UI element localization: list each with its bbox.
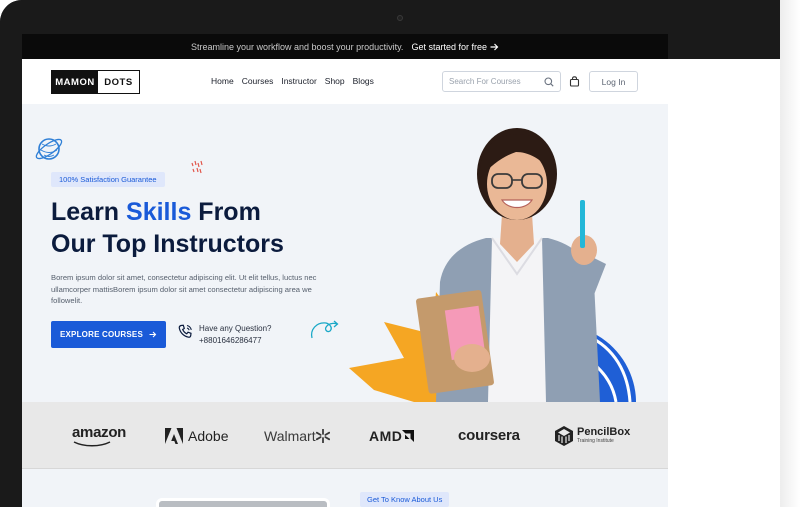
screen-blank-area xyxy=(668,59,780,507)
adobe-logo: Adobe xyxy=(165,402,228,469)
camera-icon xyxy=(397,15,403,21)
announcement-bar: Streamline your workflow and boost your … xyxy=(22,34,668,59)
nav-link-shop[interactable]: Shop xyxy=(325,76,345,86)
amd-wordmark: AMD xyxy=(369,427,403,444)
walmart-wordmark: Walmart xyxy=(264,427,316,444)
pencilbox-logo: PencilBox Training Institute xyxy=(555,402,630,469)
arrow-right-icon xyxy=(490,43,499,50)
announcement-text: Streamline your workflow and boost your … xyxy=(191,41,404,52)
amazon-logo: amazon xyxy=(72,402,126,469)
amd-logo: AMD xyxy=(369,402,415,469)
amd-arrow-icon xyxy=(402,429,415,442)
adobe-icon xyxy=(165,427,183,444)
phone-number[interactable]: +8801646286477 xyxy=(199,335,272,347)
pencilbox-wordmark: PencilBox xyxy=(577,426,631,438)
headline-mid: From xyxy=(191,198,261,226)
logo-part-2: DOTS xyxy=(104,76,133,88)
main-navbar: MAMON DOTS Home Courses Instructor Shop … xyxy=(22,59,668,104)
hero-section: 100% Satisfaction Guarantee Learn Skills… xyxy=(22,104,668,402)
site-logo[interactable]: MAMON DOTS xyxy=(51,70,140,94)
hero-description: Borem ipsum dolor sit amet, consectetur … xyxy=(51,273,317,305)
explore-courses-button[interactable]: EXPLORE COURSES xyxy=(51,321,166,348)
about-image xyxy=(156,498,330,507)
planet-icon xyxy=(35,138,63,160)
pencilbox-subtitle: Training Institute xyxy=(577,438,614,444)
search-box xyxy=(442,71,561,92)
search-icon[interactable] xyxy=(544,76,554,87)
nav-link-home[interactable]: Home xyxy=(211,76,234,86)
arrow-right-icon xyxy=(149,331,157,338)
about-badge: Get To Know About Us xyxy=(360,492,450,507)
phone-icon[interactable] xyxy=(177,323,194,340)
about-section: Get To Know About Us xyxy=(22,470,668,507)
guarantee-badge: 100% Satisfaction Guarantee xyxy=(51,172,165,187)
website-screen: Streamline your workflow and boost your … xyxy=(22,34,668,507)
instructor-photo xyxy=(349,128,636,402)
search-input[interactable] xyxy=(449,77,539,86)
contact-question: Have any Question? +8801646286477 xyxy=(177,323,272,347)
nav-link-blogs[interactable]: Blogs xyxy=(353,76,374,86)
nav-link-instructor[interactable]: Instructor xyxy=(281,76,316,86)
device-edge xyxy=(780,0,800,507)
headline-line-2: Our Top Instructors xyxy=(51,230,284,258)
nav-link-courses[interactable]: Courses xyxy=(242,76,274,86)
walmart-logo: Walmart xyxy=(264,402,330,469)
laptop-device: Streamline your workflow and boost your … xyxy=(0,0,800,507)
get-started-link[interactable]: Get started for free xyxy=(411,42,499,52)
headline-pre: Learn xyxy=(51,198,127,226)
logo-part-1: MAMON xyxy=(52,71,98,93)
get-started-label: Get started for free xyxy=(411,41,487,52)
hero-headline: Learn Skills From Our Top Instructors xyxy=(51,196,284,260)
device-bezel-top xyxy=(0,0,780,34)
device-bezel-left xyxy=(0,0,22,507)
headline-highlight: Skills xyxy=(126,198,192,226)
question-label: Have any Question? xyxy=(199,324,272,333)
adobe-wordmark: Adobe xyxy=(188,427,229,444)
coursera-logo: coursera xyxy=(458,427,520,444)
pencilbox-icon xyxy=(555,425,573,446)
explore-courses-label: EXPLORE COURSES xyxy=(59,330,143,339)
login-button[interactable]: Log In xyxy=(589,71,638,92)
amazon-wordmark: amazon xyxy=(72,424,127,441)
cart-icon[interactable] xyxy=(569,76,580,87)
curved-arrow-icon xyxy=(310,320,339,339)
amazon-smile-icon xyxy=(73,441,111,447)
walmart-spark-icon xyxy=(315,428,330,443)
scribble-decoration-icon xyxy=(191,160,203,174)
nav-links: Home Courses Instructor Shop Blogs xyxy=(211,76,374,86)
partner-brands-strip: amazon Adobe Walmart AMD coursera Pencil… xyxy=(22,402,668,469)
question-text-block: Have any Question? +8801646286477 xyxy=(199,323,272,347)
